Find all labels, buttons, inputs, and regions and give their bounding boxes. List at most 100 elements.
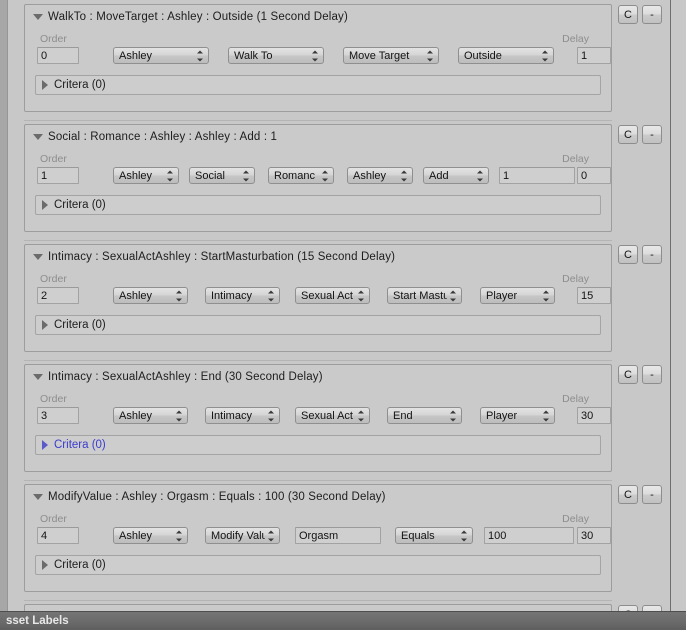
dropdown-value: Equals bbox=[401, 529, 435, 542]
row-separator bbox=[24, 360, 612, 361]
delay-input[interactable]: 0 bbox=[577, 167, 611, 184]
copy-action-button[interactable]: C bbox=[618, 365, 638, 384]
action-buttons: C- bbox=[618, 125, 662, 144]
dropdown-value: Ashley bbox=[353, 169, 387, 182]
order-label: Order bbox=[40, 393, 67, 405]
remove-action-button[interactable]: - bbox=[642, 245, 662, 264]
dropdown-4[interactable]: End bbox=[387, 407, 462, 424]
copy-action-button[interactable]: C bbox=[618, 5, 638, 24]
triangle-down-icon[interactable] bbox=[33, 494, 43, 500]
action-foldout-header[interactable]: Intimacy : SexualActAshley : StartMastur… bbox=[33, 249, 395, 265]
triangle-right-icon[interactable] bbox=[42, 440, 48, 450]
order-label: Order bbox=[40, 273, 67, 285]
copy-action-button[interactable]: C bbox=[618, 125, 638, 144]
updown-arrows-icon bbox=[176, 290, 183, 301]
updown-arrows-icon bbox=[543, 290, 550, 301]
control-row: 3 Ashley Intimacy Sexual Act End Player 30 bbox=[25, 407, 611, 425]
action-buttons: C- bbox=[618, 245, 662, 264]
dropdown-2[interactable]: Modify Valu bbox=[205, 527, 280, 544]
updown-arrows-icon bbox=[176, 410, 183, 421]
action-block: ModifyValue : Ashley : Orgasm : Equals :… bbox=[24, 484, 612, 592]
updown-arrows-icon bbox=[427, 50, 434, 61]
dropdown-1[interactable]: Ashley bbox=[113, 287, 188, 304]
control-row: 1 Ashley Social Romanc Ashley Add 1 0 bbox=[25, 167, 611, 185]
triangle-down-icon[interactable] bbox=[33, 134, 43, 140]
dropdown-3[interactable]: Sexual Act bbox=[295, 287, 370, 304]
inspector-panel: WalkTo : MoveTarget : Ashley : Outside (… bbox=[0, 0, 686, 630]
order-input[interactable]: 2 bbox=[37, 287, 79, 304]
dropdown-4[interactable]: Ashley bbox=[347, 167, 413, 184]
criteria-foldout[interactable]: Critera (0) bbox=[35, 555, 601, 575]
control-row: 4 Ashley Modify Valu Orgasm Equals 100 30 bbox=[25, 527, 611, 545]
dropdown-value: Sexual Act bbox=[301, 409, 353, 422]
dropdown-5[interactable]: Player bbox=[480, 287, 555, 304]
dropdown-2[interactable]: Intimacy bbox=[205, 407, 280, 424]
text-field-3[interactable]: Orgasm bbox=[295, 527, 381, 544]
dropdown-value: End bbox=[393, 409, 413, 422]
action-buttons: C- bbox=[618, 365, 662, 384]
text-field-5[interactable]: 100 bbox=[484, 527, 574, 544]
order-input[interactable]: 3 bbox=[37, 407, 79, 424]
criteria-foldout[interactable]: Critera (0) bbox=[35, 435, 601, 455]
remove-action-button[interactable]: - bbox=[642, 365, 662, 384]
dropdown-3[interactable]: Sexual Act bbox=[295, 407, 370, 424]
dropdown-4[interactable]: Outside bbox=[458, 47, 554, 64]
dropdown-5[interactable]: Add bbox=[423, 167, 489, 184]
updown-arrows-icon bbox=[401, 170, 408, 181]
action-foldout-header[interactable]: ModifyValue : Ashley : Orgasm : Equals :… bbox=[33, 489, 386, 505]
dropdown-5[interactable]: Player bbox=[480, 407, 555, 424]
action-foldout-header[interactable]: WalkTo : MoveTarget : Ashley : Outside (… bbox=[33, 9, 348, 25]
triangle-down-icon[interactable] bbox=[33, 374, 43, 380]
criteria-foldout[interactable]: Critera (0) bbox=[35, 75, 601, 95]
criteria-foldout[interactable]: Critera (0) bbox=[35, 195, 601, 215]
row-separator bbox=[24, 240, 612, 241]
action-row: ModifyValue : Ashley : Orgasm : Equals :… bbox=[22, 480, 670, 600]
dropdown-1[interactable]: Ashley bbox=[113, 47, 209, 64]
remove-action-button[interactable]: - bbox=[642, 5, 662, 24]
copy-action-button[interactable]: C bbox=[618, 485, 638, 504]
criteria-foldout[interactable]: Critera (0) bbox=[35, 315, 601, 335]
dropdown-1[interactable]: Ashley bbox=[113, 407, 188, 424]
dropdown-4[interactable]: Equals bbox=[395, 527, 473, 544]
order-input[interactable]: 4 bbox=[37, 527, 79, 544]
copy-action-button[interactable]: C bbox=[618, 245, 638, 264]
action-row: WalkTo : MoveTarget : Ashley : Outside (… bbox=[22, 0, 670, 120]
triangle-down-icon[interactable] bbox=[33, 14, 43, 20]
criteria-label: Critera (0) bbox=[54, 559, 106, 571]
dropdown-1[interactable]: Ashley bbox=[113, 527, 188, 544]
updown-arrows-icon bbox=[322, 170, 329, 181]
dropdown-1[interactable]: Ashley bbox=[113, 167, 179, 184]
order-input[interactable]: 1 bbox=[37, 167, 79, 184]
delay-input[interactable]: 15 bbox=[577, 287, 611, 304]
order-input[interactable]: 0 bbox=[37, 47, 79, 64]
remove-action-button[interactable]: - bbox=[642, 485, 662, 504]
triangle-down-icon[interactable] bbox=[33, 254, 43, 260]
dropdown-2[interactable]: Walk To bbox=[228, 47, 324, 64]
dropdown-2[interactable]: Social bbox=[189, 167, 255, 184]
dropdown-value: Player bbox=[486, 289, 518, 302]
action-list-scroll-view[interactable]: WalkTo : MoveTarget : Ashley : Outside (… bbox=[22, 0, 670, 612]
dropdown-3[interactable]: Move Target bbox=[343, 47, 439, 64]
delay-input[interactable]: 30 bbox=[577, 407, 611, 424]
action-row: Intimacy : SexualActAshley : End (30 Sec… bbox=[22, 360, 670, 480]
control-row: 2 Ashley Intimacy Sexual Act Start Mastu Play… bbox=[25, 287, 611, 305]
remove-action-button[interactable]: - bbox=[642, 125, 662, 144]
updown-arrows-icon bbox=[312, 50, 319, 61]
action-foldout-header[interactable]: Intimacy : SexualActAshley : End (30 Sec… bbox=[33, 369, 323, 385]
triangle-right-icon[interactable] bbox=[42, 560, 48, 570]
dropdown-4[interactable]: Start Mastu bbox=[387, 287, 462, 304]
triangle-right-icon[interactable] bbox=[42, 320, 48, 330]
delay-input[interactable]: 30 bbox=[577, 527, 611, 544]
action-buttons: C- bbox=[618, 5, 662, 24]
action-block: Intimacy : SexualActAshley : End (30 Sec… bbox=[24, 364, 612, 472]
updown-arrows-icon bbox=[268, 410, 275, 421]
text-field-6[interactable]: 1 bbox=[499, 167, 575, 184]
action-foldout-header[interactable]: Social : Romance : Ashley : Ashley : Add… bbox=[33, 129, 277, 145]
triangle-right-icon[interactable] bbox=[42, 80, 48, 90]
dropdown-2[interactable]: Intimacy bbox=[205, 287, 280, 304]
row-separator bbox=[24, 480, 612, 481]
delay-input[interactable]: 1 bbox=[577, 47, 611, 64]
status-bar-label: sset Labels bbox=[6, 615, 69, 627]
triangle-right-icon[interactable] bbox=[42, 200, 48, 210]
dropdown-3[interactable]: Romanc bbox=[268, 167, 334, 184]
